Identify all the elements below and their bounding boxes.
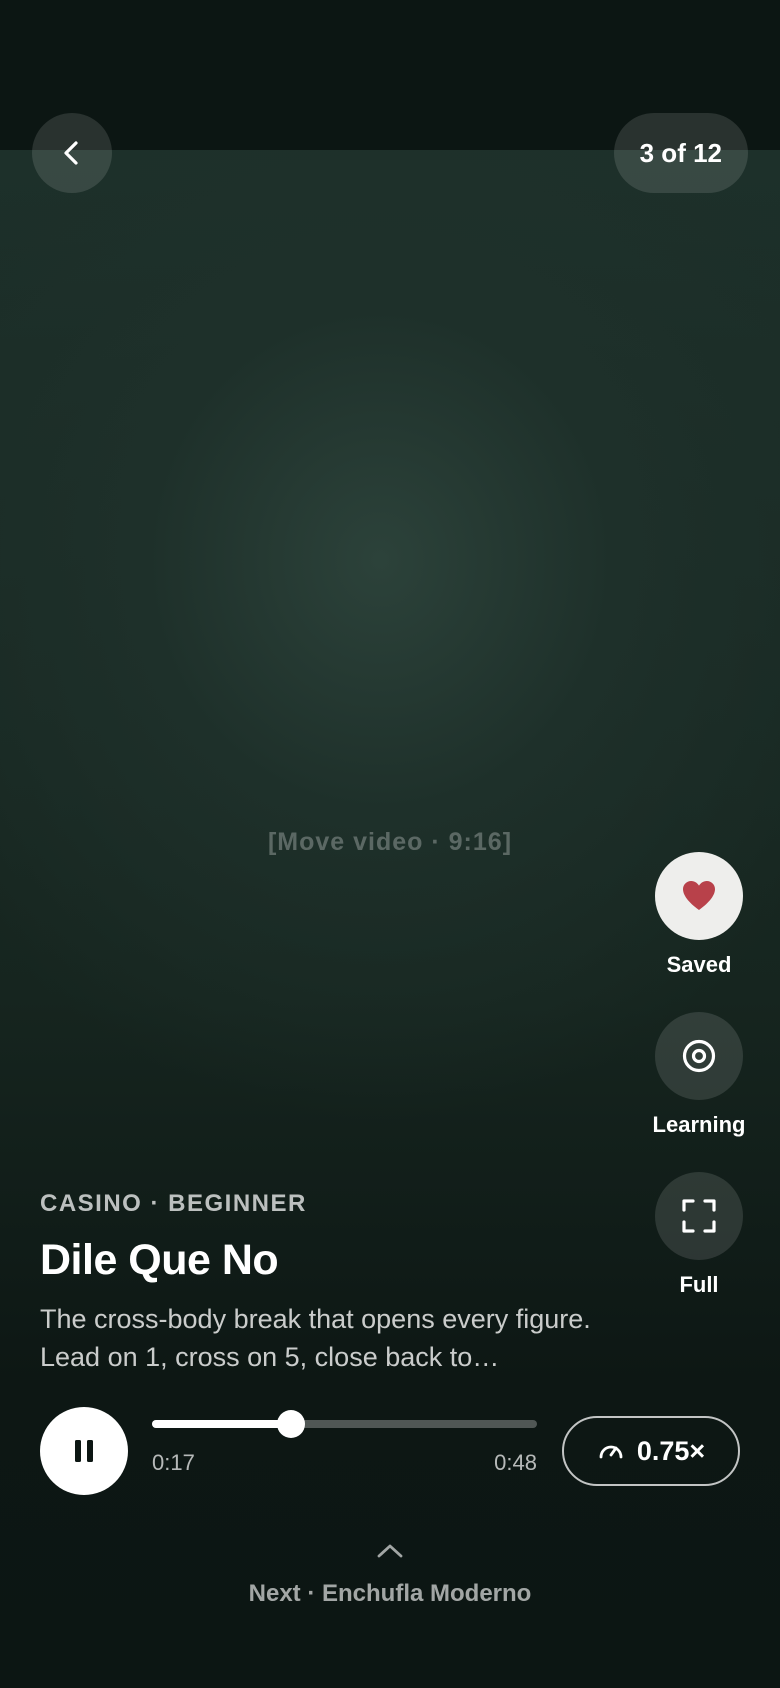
duration: 0:48 xyxy=(494,1450,537,1475)
saved-label: Saved xyxy=(666,952,732,977)
pause-button[interactable] xyxy=(40,1407,128,1495)
progress-track[interactable] xyxy=(152,1410,537,1438)
learning-label: Learning xyxy=(652,1112,746,1137)
move-category: CASINO · BEGINNER xyxy=(40,1190,307,1217)
next-move-label[interactable]: Next · Enchufla Moderno xyxy=(0,1580,780,1608)
back-button[interactable] xyxy=(32,113,112,193)
playback-speed-label: 0.75× xyxy=(636,1435,706,1466)
playback-speed-button[interactable]: 0.75× xyxy=(562,1416,740,1486)
chevron-up-icon[interactable] xyxy=(370,1538,410,1562)
learning-button[interactable]: Learning xyxy=(653,1012,745,1138)
target-icon xyxy=(682,1039,716,1073)
learning-circle[interactable] xyxy=(655,1012,743,1100)
full-label: Full xyxy=(679,1272,719,1297)
move-title: Dile Que No xyxy=(40,1236,279,1284)
current-time: 0:17 xyxy=(152,1450,195,1475)
saved-button[interactable]: Saved xyxy=(654,852,744,978)
speedometer-icon xyxy=(599,1445,623,1459)
heart-icon xyxy=(683,881,715,910)
chevron-left-icon xyxy=(64,141,78,165)
progress-fill xyxy=(152,1420,291,1428)
saved-circle[interactable] xyxy=(655,852,743,940)
full-button[interactable]: Full xyxy=(654,1172,744,1298)
move-description: The cross-body break that opens every fi… xyxy=(40,1304,591,1372)
pause-icon xyxy=(75,1440,93,1462)
progress-knob[interactable] xyxy=(276,1410,305,1438)
full-circle[interactable] xyxy=(655,1172,743,1260)
move-counter: 3 of 12 xyxy=(613,113,748,193)
fullscreen-icon xyxy=(682,1199,716,1233)
